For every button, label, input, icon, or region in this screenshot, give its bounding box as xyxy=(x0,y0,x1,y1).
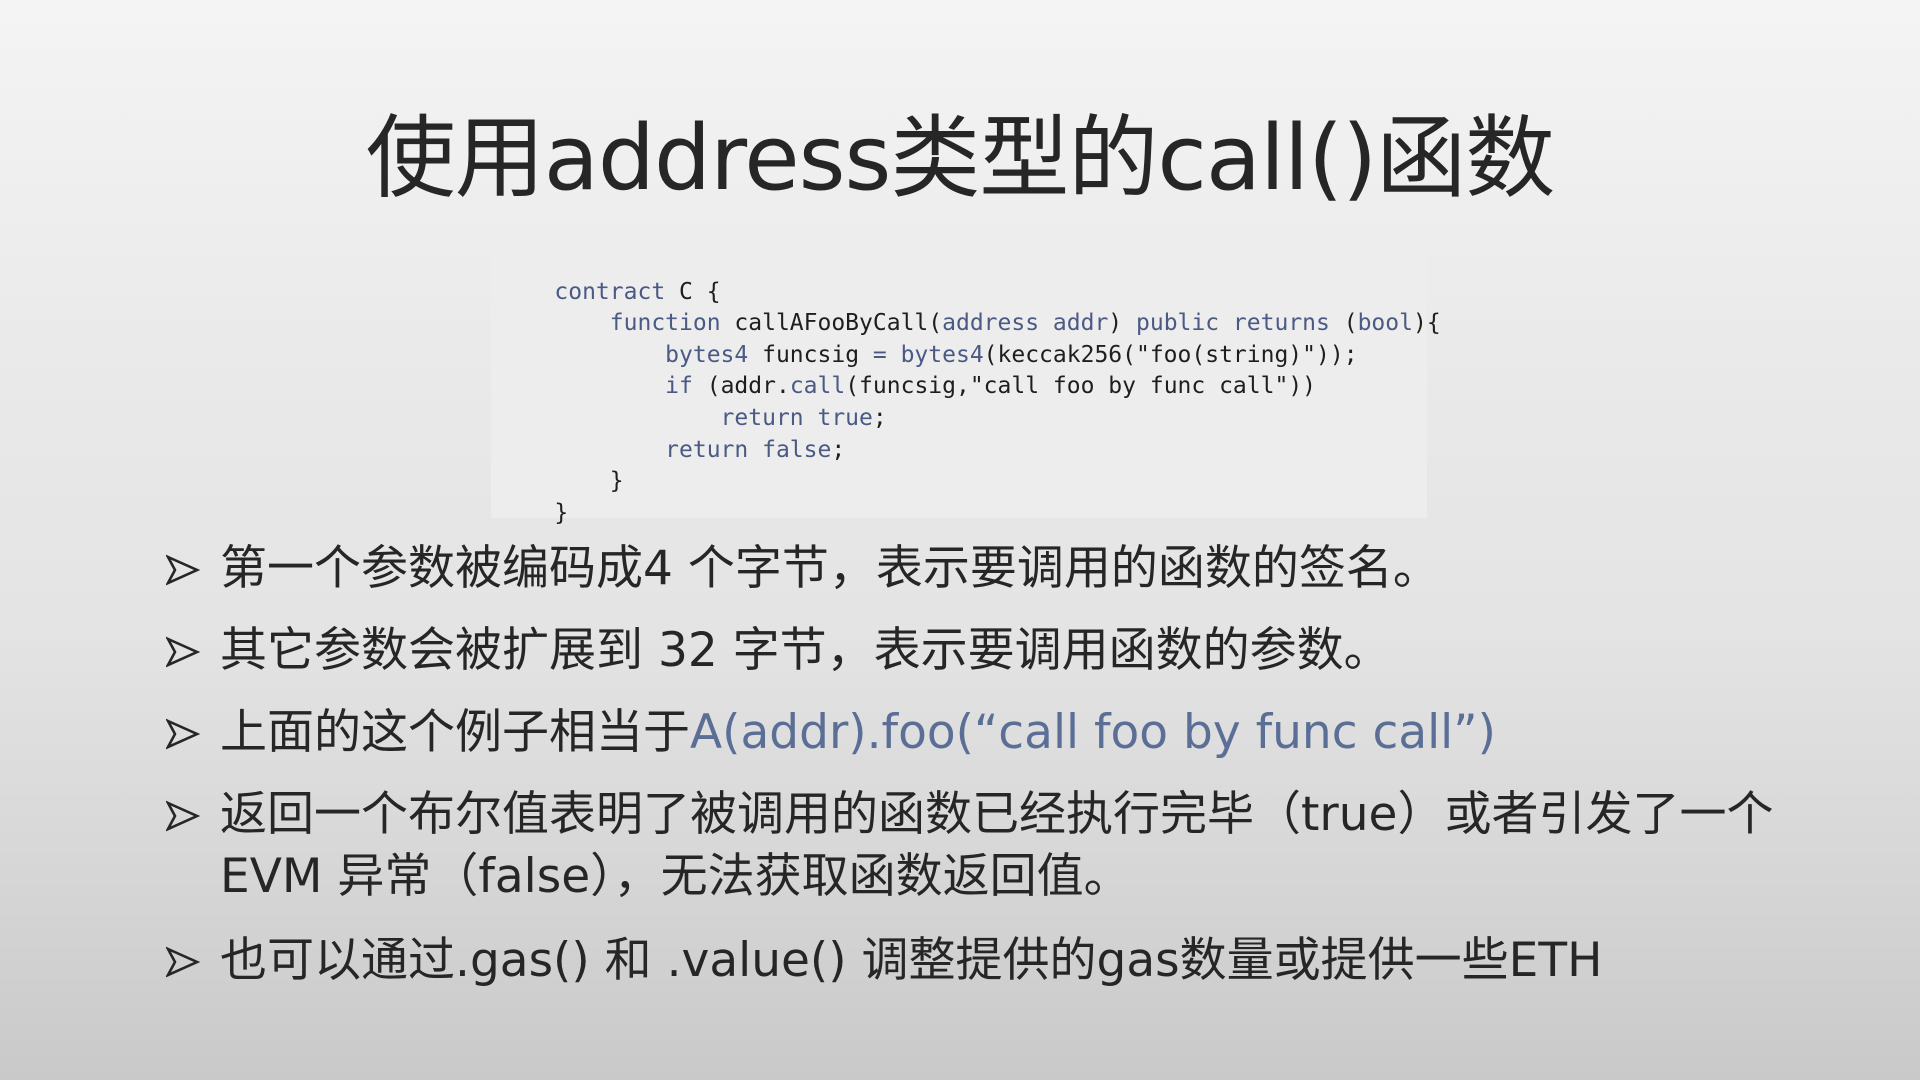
code-token: public returns xyxy=(1136,310,1344,337)
code-token: funcsig xyxy=(762,341,873,368)
bullet-item: 返回一个布尔值表明了被调用的函数已经执行完毕（true）或者引发了一个 EVM … xyxy=(164,784,1804,908)
code-token: return true xyxy=(554,404,873,431)
code-token: ; xyxy=(831,436,846,463)
bullet-text: 也可以通过.gas() 和 .value() 调整提供的gas数量或提供一些ET… xyxy=(220,933,1603,988)
code-token: C { xyxy=(679,278,721,305)
code-token: return false xyxy=(554,436,832,463)
code-token: ) xyxy=(1108,310,1136,337)
code-token: function xyxy=(554,310,735,337)
slide-title: 使用address类型的call()函数 xyxy=(365,106,1555,211)
arrowhead-bullet-icon xyxy=(166,718,200,750)
code-token: contract xyxy=(554,278,680,305)
bullet-item: 上面的这个例子相当于A(addr).foo(“call foo by func … xyxy=(164,702,1804,764)
code-token: ){ xyxy=(1412,310,1441,337)
code-token: } xyxy=(554,468,624,495)
code-token: (addr. xyxy=(706,373,790,400)
code-token: bool xyxy=(1357,310,1413,337)
code-example-text: A(addr).foo(“call foo by func call”) xyxy=(690,705,1496,760)
code-token: callAFooByCall( xyxy=(734,310,943,337)
code-line: contract C { xyxy=(499,245,1427,305)
code-token: ( xyxy=(1343,310,1358,337)
code-token: = bytes4 xyxy=(872,341,984,368)
bullet-list: 第一个参数被编码成4 个字节，表示要调用的函数的签名。 其它参数会被扩展到 32… xyxy=(164,538,1804,1012)
arrowhead-bullet-icon xyxy=(166,946,200,978)
bullet-text: 第一个参数被编码成4 个字节，表示要调用的函数的签名。 xyxy=(220,541,1440,596)
bullet-item: 其它参数会被扩展到 32 字节，表示要调用函数的参数。 xyxy=(164,620,1804,682)
bullet-text: 上面的这个例子相当于 xyxy=(220,705,690,760)
code-token: bytes4 xyxy=(554,341,763,368)
code-token: address addr xyxy=(942,310,1109,337)
bullet-text: 返回一个布尔值表明了被调用的函数已经执行完毕（true）或者引发了一个 EVM … xyxy=(220,787,1774,904)
bullet-item: 第一个参数被编码成4 个字节，表示要调用的函数的签名。 xyxy=(164,538,1804,600)
code-token: ; xyxy=(872,404,887,431)
bullet-item: 也可以通过.gas() 和 .value() 调整提供的gas数量或提供一些ET… xyxy=(164,930,1804,992)
code-block: contract C { function callAFooByCall(add… xyxy=(491,244,1441,526)
code-line: } xyxy=(499,466,1427,526)
arrowhead-bullet-icon xyxy=(166,800,200,832)
arrowhead-bullet-icon xyxy=(166,554,200,586)
code-token: if xyxy=(554,373,707,400)
code-token: call xyxy=(789,373,846,400)
code-token: } xyxy=(554,499,569,526)
arrowhead-bullet-icon xyxy=(166,636,200,668)
code-token: (funcsig,"call foo by func call")) xyxy=(845,373,1317,400)
bullet-text: 其它参数会被扩展到 32 字节，表示要调用函数的参数。 xyxy=(220,623,1391,678)
code-token: (keccak256("foo(string)")); xyxy=(983,341,1358,368)
